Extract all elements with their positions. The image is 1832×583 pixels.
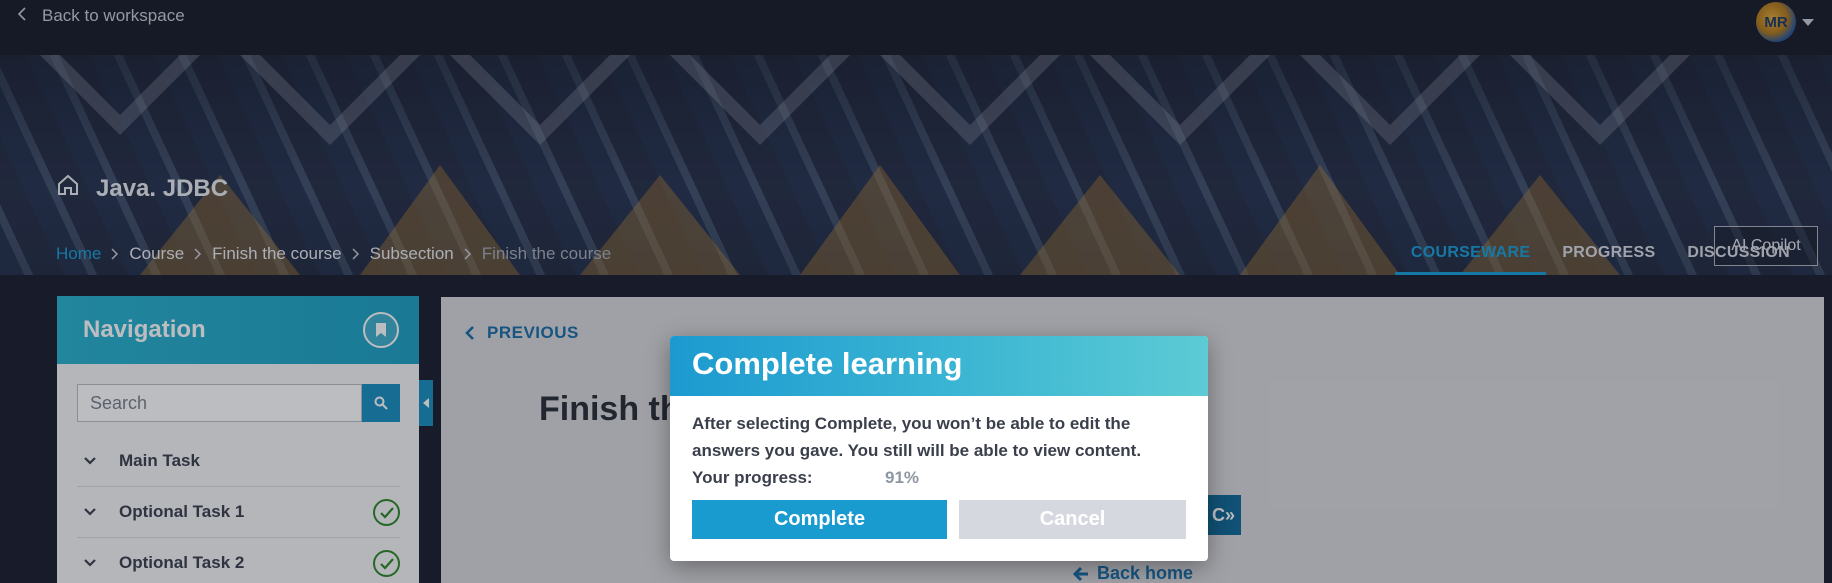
progress-value: 91% — [885, 468, 920, 487]
complete-learning-dialog: Complete learning After selecting Comple… — [670, 336, 1208, 561]
dialog-body: After selecting Complete, you won’t be a… — [670, 396, 1208, 488]
progress-label: Your progress: — [692, 468, 813, 487]
dialog-actions: Complete Cancel — [692, 500, 1186, 539]
dialog-title: Complete learning — [692, 346, 963, 381]
progress-row: Your progress: 91% — [692, 468, 1186, 488]
dialog-header: Complete learning — [670, 336, 1208, 396]
cancel-button[interactable]: Cancel — [959, 500, 1186, 539]
dialog-message: After selecting Complete, you won’t be a… — [692, 414, 1142, 460]
complete-button[interactable]: Complete — [692, 500, 947, 539]
